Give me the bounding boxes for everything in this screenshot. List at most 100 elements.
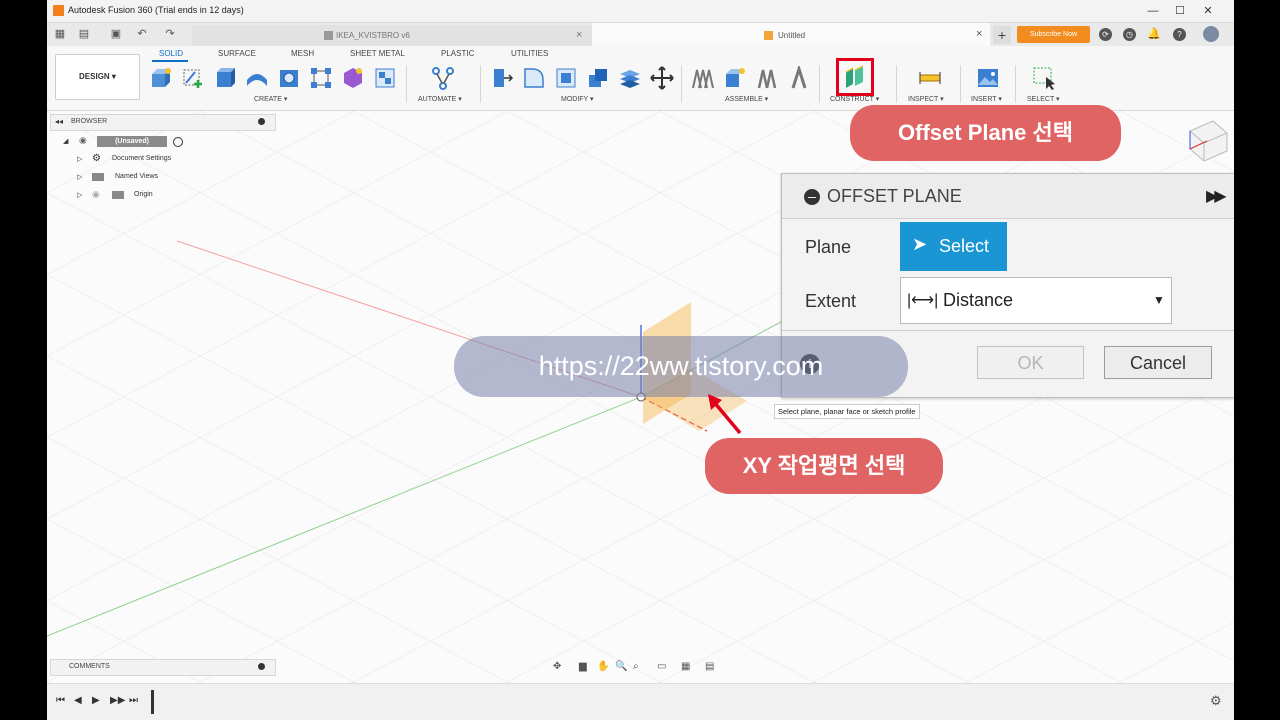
assemble-menu[interactable]: ASSEMBLE ▾ xyxy=(725,95,768,103)
tab-sheet-metal[interactable]: SHEET METAL xyxy=(350,49,405,58)
dialog-title: OFFSET PLANE xyxy=(827,186,962,206)
plane-select-button[interactable]: ➤ Select xyxy=(900,222,1007,271)
browser-item-origin[interactable]: ▷ ◉ Origin xyxy=(63,189,243,203)
tab-untitled[interactable]: Untitled × xyxy=(592,23,990,46)
tab-solid[interactable]: SOLID xyxy=(159,49,183,58)
hidden-eye-icon[interactable]: ◉ xyxy=(92,189,100,200)
step-back-icon[interactable]: ◀ xyxy=(74,695,82,706)
expand-arrow-icon[interactable]: ▷ xyxy=(77,191,82,199)
fit-icon[interactable]: ⌕ xyxy=(633,661,639,672)
derive-icon[interactable] xyxy=(373,66,397,90)
fusion-logo-icon xyxy=(53,5,64,16)
go-to-end-icon[interactable]: ⏭ xyxy=(129,695,138,706)
timeline-settings-gear-icon[interactable]: ⚙ xyxy=(1210,693,1222,709)
tab-surface[interactable]: SURFACE xyxy=(218,49,256,58)
construct-menu[interactable]: CONSTRUCT ▾ xyxy=(830,95,879,103)
move-copy-icon[interactable] xyxy=(650,66,674,90)
root-component-label[interactable]: (Unsaved) xyxy=(97,136,167,147)
go-to-start-icon[interactable]: ⏮ xyxy=(56,695,65,706)
automate-icon[interactable] xyxy=(431,66,455,90)
automate-menu[interactable]: AUTOMATE ▾ xyxy=(418,95,462,103)
browser-panel-header[interactable]: ◂◂ BROWSER xyxy=(50,114,276,131)
folder-icon xyxy=(92,173,104,181)
activate-radio-icon[interactable] xyxy=(173,137,183,147)
create-menu[interactable]: CREATE ▾ xyxy=(254,95,287,103)
panel-pin-icon[interactable] xyxy=(258,118,265,125)
app-grid-icon[interactable]: ▦ xyxy=(53,27,67,41)
tab-mesh[interactable]: MESH xyxy=(291,49,314,58)
combine-icon[interactable] xyxy=(618,66,642,90)
hole-icon[interactable] xyxy=(277,66,301,90)
expand-arrow-icon[interactable]: ▷ xyxy=(77,155,82,163)
chamfer-icon[interactable] xyxy=(554,66,578,90)
help-icon[interactable]: ? xyxy=(1173,28,1186,41)
extensions-icon[interactable]: ⟳ xyxy=(1099,28,1112,41)
browser-item-document-settings[interactable]: ▷ ⚙ Document Settings xyxy=(63,153,243,167)
revolve-icon[interactable] xyxy=(245,66,269,90)
collapse-dialog-icon[interactable]: – xyxy=(804,189,820,205)
save-icon[interactable]: ▣ xyxy=(109,27,123,41)
close-tab-icon[interactable]: × xyxy=(976,28,982,40)
zoom-icon[interactable]: 🔍 xyxy=(615,661,627,672)
shell-icon[interactable] xyxy=(586,66,610,90)
visibility-eye-icon[interactable]: ◉ xyxy=(79,135,87,146)
tab-utilities[interactable]: UTILITIES xyxy=(511,49,548,58)
create-sketch-icon[interactable] xyxy=(181,66,205,90)
select-tool-icon[interactable] xyxy=(1032,66,1056,90)
fillet-icon[interactable] xyxy=(522,66,546,90)
joint-icon[interactable] xyxy=(723,66,747,90)
ok-button[interactable]: OK xyxy=(977,346,1084,379)
timeline-marker[interactable] xyxy=(151,690,154,714)
new-component-assemble-icon[interactable] xyxy=(691,66,715,90)
select-menu[interactable]: SELECT ▾ xyxy=(1027,95,1060,103)
file-menu-icon[interactable]: ▤ xyxy=(77,27,91,41)
create-form-icon[interactable] xyxy=(341,66,365,90)
maximize-button[interactable]: ☐ xyxy=(1169,3,1191,19)
cancel-button[interactable]: Cancel xyxy=(1104,346,1212,379)
folder-icon xyxy=(112,191,124,199)
browser-item-label: Document Settings xyxy=(112,155,172,162)
new-tab-button[interactable]: + xyxy=(993,26,1011,44)
expand-arrow-icon[interactable]: ▷ xyxy=(77,173,82,181)
collapse-icon[interactable]: ◂◂ xyxy=(55,117,63,126)
viewports-icon[interactable]: ▤ xyxy=(705,661,714,672)
close-window-button[interactable]: ✕ xyxy=(1197,3,1219,19)
redo-icon[interactable]: ↷ xyxy=(163,27,177,41)
play-icon[interactable]: ▶ xyxy=(92,695,100,706)
insert-menu[interactable]: INSERT ▾ xyxy=(971,95,1002,103)
new-component-icon[interactable] xyxy=(149,66,173,90)
undo-icon[interactable]: ↶ xyxy=(135,27,149,41)
avatar[interactable] xyxy=(1203,26,1219,42)
browser-item-named-views[interactable]: ▷ Named Views xyxy=(63,171,243,185)
close-tab-icon[interactable]: × xyxy=(576,29,582,41)
extrude-icon[interactable] xyxy=(213,66,237,90)
measure-icon[interactable] xyxy=(918,66,942,90)
modify-menu[interactable]: MODIFY ▾ xyxy=(561,95,594,103)
grid-settings-icon[interactable]: ▦ xyxy=(681,661,690,672)
step-forward-icon[interactable]: ▶▶ xyxy=(110,695,125,706)
comments-panel-header[interactable]: COMMENTS xyxy=(50,659,276,676)
insert-image-icon[interactable] xyxy=(976,66,1000,90)
notifications-icon[interactable]: 🔔 xyxy=(1147,28,1161,41)
display-settings-icon[interactable]: ▭ xyxy=(657,661,666,672)
subscribe-button[interactable]: Subscribe Now xyxy=(1017,26,1090,43)
minimize-button[interactable]: — xyxy=(1142,3,1164,19)
joint-origin-icon[interactable] xyxy=(787,66,811,90)
expand-arrow-icon[interactable]: ◢ xyxy=(63,137,68,145)
pattern-icon[interactable] xyxy=(309,66,333,90)
press-pull-icon[interactable] xyxy=(490,66,514,90)
as-built-joint-icon[interactable] xyxy=(755,66,779,90)
extent-dropdown[interactable]: |⟷| Distance ▼ xyxy=(900,277,1172,324)
pan-icon[interactable]: ✋ xyxy=(597,661,609,672)
dialog-header[interactable]: – OFFSET PLANE ▶▶ xyxy=(782,174,1234,219)
add-comment-icon[interactable] xyxy=(258,663,265,670)
expand-dialog-icon[interactable]: ▶▶ xyxy=(1206,186,1227,206)
select-label: Select xyxy=(939,236,990,256)
tab-plastic[interactable]: PLASTIC xyxy=(441,49,474,58)
job-status-icon[interactable]: ◷ xyxy=(1123,28,1136,41)
look-at-icon[interactable]: ▆ xyxy=(579,661,587,672)
orbit-icon[interactable]: ✥ xyxy=(553,661,561,672)
workspace-switcher[interactable]: DESIGN ▾ xyxy=(55,54,140,100)
inspect-menu[interactable]: INSPECT ▾ xyxy=(908,95,944,103)
tab-ikea-kvistbro[interactable]: IKEA_KVISTBRO v6 × xyxy=(192,25,592,46)
